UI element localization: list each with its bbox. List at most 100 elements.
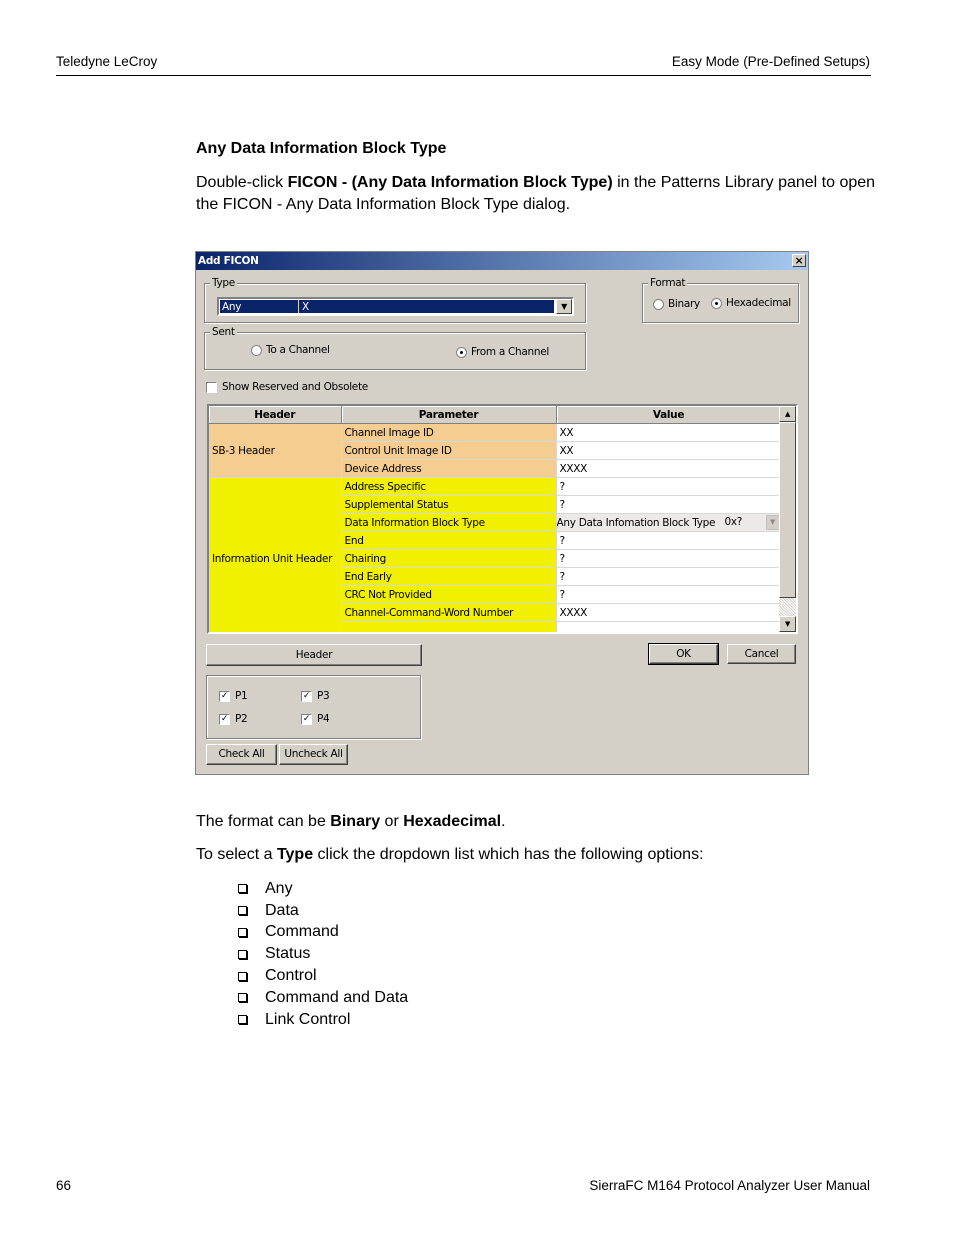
checkbox-bullet-icon: [238, 1015, 247, 1025]
value-cell[interactable]: XX: [556, 441, 782, 460]
uncheck-all-button[interactable]: Uncheck All: [279, 744, 348, 765]
ports-group: ✓ P1 ✓ P2 ✓ P3 ✓ P4: [206, 675, 421, 739]
sent-group: Sent To a Channel From a Channel: [204, 325, 586, 370]
page-header-left: Teledyne LeCroy: [56, 54, 158, 69]
value-cell[interactable]: ?: [556, 567, 782, 586]
table-row: SB-3 Header Channel Image ID XX: [209, 423, 782, 478]
section-title: Any Data Information Block Type: [196, 140, 447, 157]
port-p3-checkbox[interactable]: ✓ P3: [301, 690, 330, 702]
radio-icon: [251, 344, 262, 356]
type-group: Type Any X ▼: [204, 276, 586, 323]
type-paragraph: To select a Type click the dropdown list…: [196, 846, 704, 864]
value-cell[interactable]: ?: [556, 531, 782, 550]
dib-type-value: Any Data Infomation Block Type: [556, 516, 716, 529]
parameter-cell: Channel Image ID: [341, 423, 557, 442]
parameter-cell: End Early: [341, 567, 557, 586]
header-rule: [56, 75, 871, 76]
format-hexadecimal: Hexadecimal: [403, 813, 502, 830]
sent-to-channel-label: To a Channel: [266, 344, 330, 356]
type-suffix: click the dropdown list which has the fo…: [313, 846, 704, 863]
page-number: 66: [56, 1178, 72, 1193]
page-header-right: Easy Mode (Pre-Defined Setups): [671, 54, 870, 69]
format-binary: Binary: [330, 813, 381, 830]
port-p4-checkbox[interactable]: ✓ P4: [301, 713, 330, 725]
port-p3-label: P3: [317, 690, 330, 702]
intro-prefix: Double-click: [196, 174, 288, 191]
option-label: Link Control: [265, 1010, 351, 1028]
radio-selected-icon: [456, 346, 467, 358]
value-cell[interactable]: ?: [556, 549, 782, 568]
option-label: Data: [265, 901, 299, 919]
parameter-cell: End: [341, 531, 557, 550]
radio-icon: [653, 298, 664, 310]
sent-from-channel-radio[interactable]: From a Channel: [456, 346, 549, 358]
parameter-cell: CRC Not Provided: [341, 585, 557, 604]
scrollbar-track[interactable]: [779, 598, 796, 616]
parameter-cell: Device Address: [341, 459, 557, 478]
type-selected-col2: X: [302, 301, 309, 313]
scroll-down-icon[interactable]: ▼: [779, 616, 796, 632]
parameters-table: Header Parameter Value SB-3 Header Chann…: [209, 406, 782, 632]
list-item: Status: [236, 943, 408, 965]
intro-bold: FICON - (Any Data Information Block Type…: [287, 174, 613, 191]
format-group-label: Format: [648, 276, 688, 290]
port-p2-checkbox[interactable]: ✓ P2: [219, 713, 248, 725]
value-cell[interactable]: XXXX: [556, 603, 782, 622]
check-all-button[interactable]: Check All: [206, 744, 277, 765]
ok-button[interactable]: OK: [648, 643, 719, 665]
value-cell[interactable]: ?: [556, 585, 782, 604]
format-paragraph: The format can be Binary or Hexadecimal.: [196, 813, 506, 831]
value-cell[interactable]: [556, 621, 782, 632]
parameter-cell: Control Unit Image ID: [341, 441, 557, 460]
group-header-sb3: SB-3 Header: [209, 423, 342, 478]
checkbox-bullet-icon: [238, 993, 247, 1003]
format-hexadecimal-radio[interactable]: Hexadecimal: [711, 297, 791, 309]
format-prefix: The format can be: [196, 813, 331, 830]
list-item: Command: [236, 922, 408, 944]
checkbox-bullet-icon: [238, 884, 247, 894]
column-header-parameter[interactable]: Parameter: [341, 406, 557, 424]
type-dropdown[interactable]: Any X ▼: [217, 297, 574, 316]
type-group-label: Type: [210, 276, 237, 290]
value-cell[interactable]: ?: [556, 495, 782, 514]
option-label: Control: [265, 967, 317, 985]
parameters-grid[interactable]: Header Parameter Value SB-3 Header Chann…: [207, 404, 798, 634]
port-p1-checkbox[interactable]: ✓ P1: [219, 690, 248, 702]
scroll-up-icon[interactable]: ▲: [779, 406, 796, 422]
sent-group-label: Sent: [210, 325, 237, 339]
format-binary-radio[interactable]: Binary: [653, 298, 700, 310]
value-cell[interactable]: ?: [556, 477, 782, 496]
checkbox-bullet-icon: [238, 906, 247, 916]
port-p2-label: P2: [235, 713, 248, 725]
column-header-header[interactable]: Header: [209, 406, 342, 424]
value-cell[interactable]: XX: [556, 423, 782, 442]
format-group: Format Binary Hexadecimal: [642, 276, 799, 323]
table-row: Information Unit Header Address Specific…: [209, 477, 782, 632]
chevron-down-icon[interactable]: ▼: [556, 299, 572, 314]
list-item: Link Control: [236, 1009, 408, 1031]
sent-to-channel-radio[interactable]: To a Channel: [251, 344, 330, 356]
intro-paragraph: Double-click FICON - (Any Data Informati…: [196, 172, 876, 216]
parameter-cell: Channel-Command-Word Number: [341, 603, 557, 622]
dib-type-hex: 0x?: [724, 516, 743, 528]
grid-vertical-scrollbar[interactable]: ▲ ▼: [779, 406, 796, 632]
list-item: Data: [236, 900, 408, 922]
value-cell[interactable]: XXXX: [556, 459, 782, 478]
parameter-cell: Supplemental Status: [341, 495, 557, 514]
close-icon[interactable]: ×: [792, 254, 806, 267]
option-label: Command and Data: [265, 988, 409, 1006]
cancel-button[interactable]: Cancel: [727, 644, 796, 664]
option-label: Command: [265, 923, 339, 941]
column-header-value[interactable]: Value: [556, 406, 782, 424]
dialog-titlebar: Add FICON ×: [196, 252, 808, 270]
scrollbar-thumb[interactable]: [779, 422, 796, 598]
header-button[interactable]: Header: [206, 644, 422, 666]
option-label: Status: [265, 945, 311, 963]
list-item: Control: [236, 965, 408, 987]
dib-type-value-dropdown[interactable]: Any Data Infomation Block Type 0x? ▼: [556, 513, 782, 532]
chevron-down-icon[interactable]: ▼: [765, 515, 780, 530]
format-mid: or: [380, 813, 404, 830]
parameter-cell: [341, 621, 557, 632]
list-item: Command and Data: [236, 987, 408, 1009]
show-reserved-checkbox[interactable]: Show Reserved and Obsolete: [206, 381, 368, 393]
